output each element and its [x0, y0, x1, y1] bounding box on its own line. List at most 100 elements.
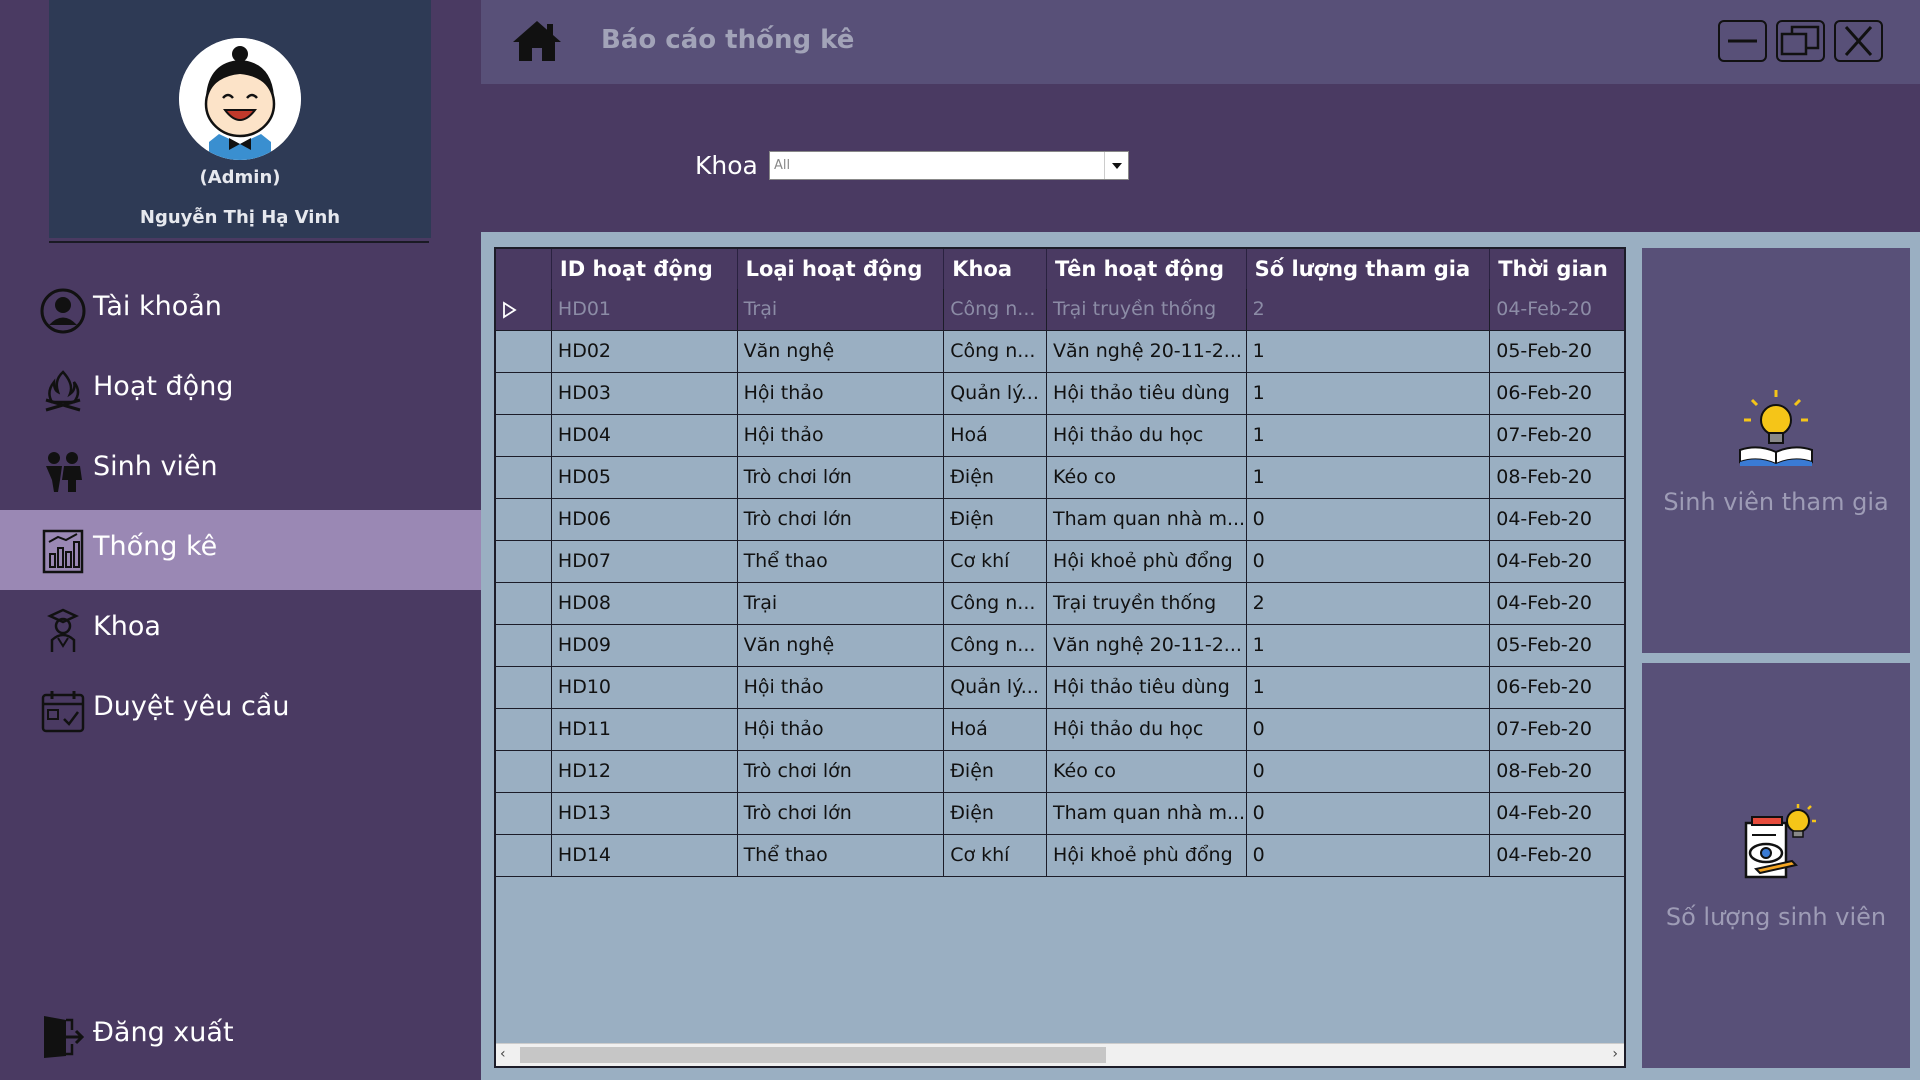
table-cell[interactable]: Hội thảo [738, 415, 945, 457]
nav-item-statistics[interactable]: Thống kê [0, 510, 481, 590]
table-cell[interactable]: Thể thao [738, 835, 945, 877]
table-cell[interactable]: 1 [1247, 667, 1491, 709]
row-selector[interactable] [496, 835, 552, 877]
table-cell[interactable]: Văn nghệ [738, 331, 945, 373]
table-cell[interactable]: Hội thảo [738, 667, 945, 709]
table-cell[interactable]: 0 [1247, 835, 1491, 877]
table-cell[interactable]: Điện [944, 793, 1048, 835]
home-button[interactable] [511, 18, 563, 64]
card-participants[interactable]: Sinh viên tham gia [1642, 248, 1910, 653]
close-button[interactable] [1834, 20, 1883, 62]
activity-table[interactable]: ID hoạt động Loại hoạt động Khoa Tên hoạ… [494, 247, 1626, 1068]
table-cell[interactable]: 04-Feb-20 [1490, 541, 1624, 583]
table-cell[interactable]: HD05 [552, 457, 738, 499]
header-cell[interactable]: ID hoạt động [552, 249, 738, 289]
header-cell[interactable]: Tên hoạt động [1047, 249, 1247, 289]
row-selector[interactable] [496, 289, 552, 331]
row-selector[interactable] [496, 373, 552, 415]
table-cell[interactable]: 1 [1247, 373, 1491, 415]
table-row[interactable]: HD07 Thể thao Cơ khí Hội khoẻ phù đổng 0 04-F… [496, 541, 1624, 583]
maximize-button[interactable] [1776, 20, 1825, 62]
table-cell[interactable]: HD08 [552, 583, 738, 625]
scroll-left-icon[interactable]: ‹ [500, 1046, 506, 1062]
table-row[interactable]: HD02 Văn nghệ Công n... Văn nghệ 20-11-2...… [496, 331, 1624, 373]
table-row[interactable]: HD14 Thể thao Cơ khí Hội khoẻ phù đổng 0 04-F… [496, 835, 1624, 877]
table-cell[interactable]: 04-Feb-20 [1490, 793, 1624, 835]
table-cell[interactable]: Văn nghệ 20-11-2... [1047, 331, 1247, 373]
table-cell[interactable]: Văn nghệ 20-11-2... [1047, 625, 1247, 667]
table-row[interactable]: HD12 Trò chơi lớn Điện Kéo co 0 08-Feb-20 [496, 751, 1624, 793]
table-cell[interactable]: 1 [1247, 415, 1491, 457]
table-cell[interactable]: Thể thao [738, 541, 945, 583]
table-cell[interactable]: Tham quan nhà m... [1047, 499, 1247, 541]
table-cell[interactable]: 07-Feb-20 [1490, 415, 1624, 457]
table-cell[interactable]: Kéo co [1047, 457, 1247, 499]
table-cell[interactable]: 2 [1247, 583, 1491, 625]
table-cell[interactable]: Công n... [944, 331, 1048, 373]
table-cell[interactable]: 07-Feb-20 [1490, 709, 1624, 751]
table-cell[interactable]: Hội thảo [738, 373, 945, 415]
row-selector[interactable] [496, 457, 552, 499]
table-cell[interactable]: 1 [1247, 331, 1491, 373]
header-cell[interactable]: Loại hoạt động [738, 249, 945, 289]
table-cell[interactable]: Công n... [944, 289, 1048, 331]
table-cell[interactable]: Trại [738, 583, 945, 625]
table-cell[interactable]: Trò chơi lớn [738, 793, 945, 835]
table-cell[interactable]: Văn nghệ [738, 625, 945, 667]
table-cell[interactable]: Hội khoẻ phù đổng [1047, 835, 1247, 877]
table-cell[interactable]: Hội thảo tiêu dùng [1047, 667, 1247, 709]
row-selector[interactable] [496, 499, 552, 541]
table-cell[interactable]: 05-Feb-20 [1490, 331, 1624, 373]
nav-item-faculty[interactable]: Khoa [0, 590, 481, 670]
table-cell[interactable]: HD02 [552, 331, 738, 373]
table-cell[interactable]: Điện [944, 457, 1048, 499]
row-selector[interactable] [496, 541, 552, 583]
table-cell[interactable]: 08-Feb-20 [1490, 751, 1624, 793]
table-cell[interactable]: Cơ khí [944, 835, 1048, 877]
table-cell[interactable]: Hội khoẻ phù đổng [1047, 541, 1247, 583]
chevron-down-icon[interactable] [1104, 152, 1128, 179]
table-cell[interactable]: Hội thảo tiêu dùng [1047, 373, 1247, 415]
table-row[interactable]: HD10 Hội thảo Quản lý... Hội thảo tiêu dùng… [496, 667, 1624, 709]
table-row[interactable]: HD13 Trò chơi lớn Điện Tham quan nhà m... 0 0… [496, 793, 1624, 835]
table-cell[interactable]: 1 [1247, 625, 1491, 667]
table-cell[interactable]: Hoá [944, 415, 1048, 457]
table-cell[interactable]: 06-Feb-20 [1490, 373, 1624, 415]
row-selector[interactable] [496, 793, 552, 835]
minimize-button[interactable] [1718, 20, 1767, 62]
table-cell[interactable]: Hoá [944, 709, 1048, 751]
table-cell[interactable]: 0 [1247, 709, 1491, 751]
table-cell[interactable]: 04-Feb-20 [1490, 289, 1624, 331]
table-row[interactable]: HD06 Trò chơi lớn Điện Tham quan nhà m... 0 0… [496, 499, 1624, 541]
table-row[interactable]: HD09 Văn nghệ Công n... Văn nghệ 20-11-2...… [496, 625, 1624, 667]
table-cell[interactable]: Công n... [944, 583, 1048, 625]
table-cell[interactable]: HD10 [552, 667, 738, 709]
row-selector[interactable] [496, 415, 552, 457]
header-cell[interactable]: Khoa [944, 249, 1048, 289]
table-cell[interactable]: HD13 [552, 793, 738, 835]
row-selector[interactable] [496, 709, 552, 751]
scroll-right-icon[interactable]: › [1612, 1046, 1618, 1062]
table-cell[interactable]: HD01 [552, 289, 738, 331]
nav-item-requests[interactable]: Duyệt yêu cầu [0, 670, 481, 750]
table-row[interactable]: HD11 Hội thảo Hoá Hội thảo du học 0 07-Feb-20 [496, 709, 1624, 751]
nav-item-students[interactable]: Sinh viên [0, 430, 481, 510]
table-cell[interactable]: Hội thảo [738, 709, 945, 751]
table-cell[interactable]: Trại truyền thống [1047, 289, 1247, 331]
table-cell[interactable]: Cơ khí [944, 541, 1048, 583]
table-cell[interactable]: 0 [1247, 541, 1491, 583]
row-selector[interactable] [496, 667, 552, 709]
row-selector[interactable] [496, 625, 552, 667]
logout-button[interactable]: Đăng xuất [0, 996, 481, 1076]
table-cell[interactable]: HD11 [552, 709, 738, 751]
table-cell[interactable]: Công n... [944, 625, 1048, 667]
table-cell[interactable]: 04-Feb-20 [1490, 499, 1624, 541]
table-cell[interactable]: 0 [1247, 751, 1491, 793]
table-row[interactable]: HD01 Trại Công n... Trại truyền thống 2 04-Fe… [496, 289, 1624, 331]
table-row[interactable]: HD03 Hội thảo Quản lý... Hội thảo tiêu dùng… [496, 373, 1624, 415]
row-selector[interactable] [496, 583, 552, 625]
row-selector[interactable] [496, 751, 552, 793]
card-student-count[interactable]: Số lượng sinh viên [1642, 663, 1910, 1068]
table-cell[interactable]: 04-Feb-20 [1490, 835, 1624, 877]
faculty-select[interactable]: All [769, 151, 1129, 180]
